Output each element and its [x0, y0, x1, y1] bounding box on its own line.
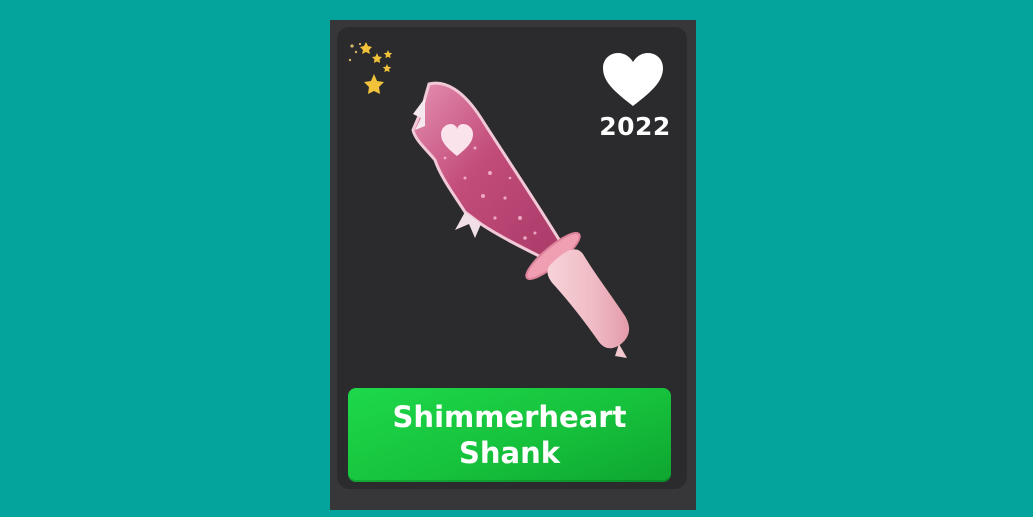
- item-name-line-2: Shank: [458, 436, 561, 470]
- knife-handle: [547, 249, 630, 349]
- item-name-banner: Shimmerheart Shank: [348, 388, 671, 482]
- knife-item-image: [411, 81, 630, 358]
- blade: [411, 81, 565, 262]
- sparkle-stars-icon: [348, 42, 393, 94]
- item-name-line-1: Shimmerheart: [392, 400, 627, 434]
